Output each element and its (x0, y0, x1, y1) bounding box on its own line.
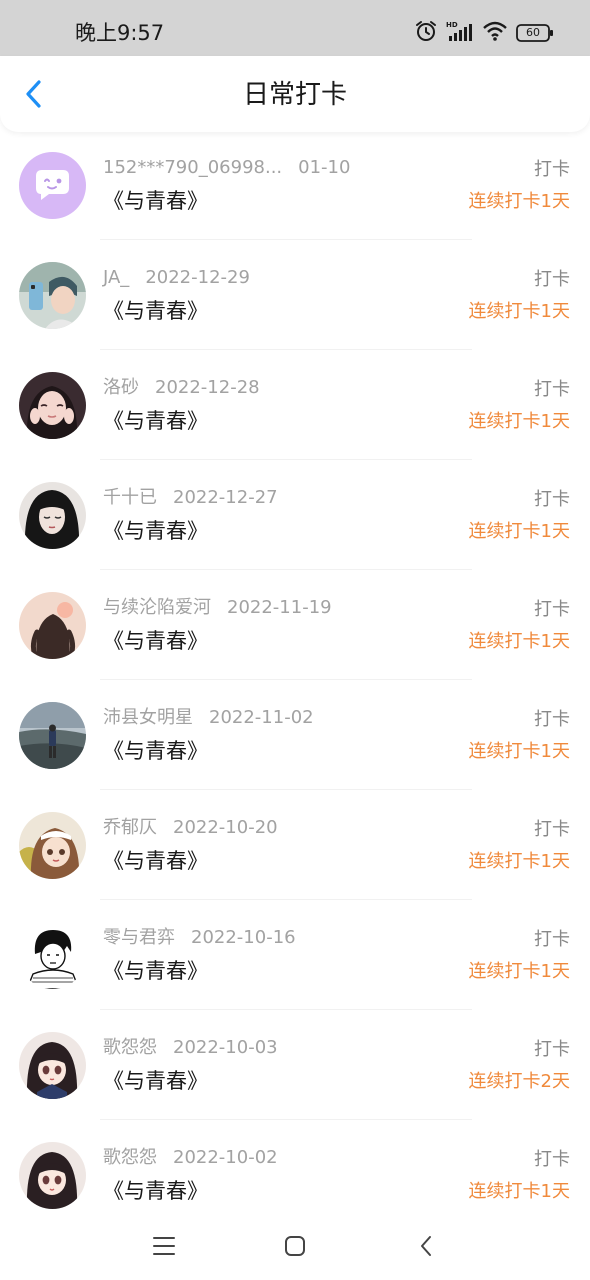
user-name: 零与君弈 (103, 927, 175, 948)
sketch-avatar (19, 922, 86, 989)
home-button[interactable] (279, 1230, 311, 1262)
book-title: 《与青春》 (103, 519, 208, 543)
app-header: 日常打卡 (0, 56, 590, 132)
battery-level: 60 (526, 26, 540, 39)
book-title: 《与青春》 (103, 849, 208, 873)
checkin-date: 2022-10-20 (173, 817, 278, 838)
system-nav-bar (0, 1210, 590, 1280)
action-label: 打卡 (534, 379, 570, 400)
book-title: 《与青春》 (103, 1179, 208, 1203)
action-label: 打卡 (534, 709, 570, 730)
user-name: 歌怨怨 (103, 1037, 157, 1058)
action-label: 打卡 (534, 929, 570, 950)
book-title: 《与青春》 (103, 299, 208, 323)
status-bar: 晚上9:57 HD 60 (0, 0, 590, 56)
streak-label: 连续打卡1天 (468, 1181, 570, 1202)
book-title: 《与青春》 (103, 959, 208, 983)
action-label: 打卡 (534, 1039, 570, 1060)
book-title: 《与青春》 (103, 629, 208, 653)
streak-label: 连续打卡1天 (468, 411, 570, 432)
photo-avatar (19, 702, 86, 769)
book-title: 《与青春》 (103, 1069, 208, 1093)
book-title: 《与青春》 (103, 189, 208, 213)
user-name: 152***790_06998... (103, 157, 283, 178)
meta-line: 152***790_06998... 01-10 (103, 156, 350, 180)
list-item[interactable]: 歌怨怨 2022-10-03 《与青春》 打卡 连续打卡2天 (0, 1010, 590, 1120)
user-name: 沛县女明星 (103, 707, 193, 728)
book-title: 《与青春》 (103, 739, 208, 763)
streak-label: 连续打卡1天 (468, 961, 570, 982)
action-label: 打卡 (534, 489, 570, 510)
anime-avatar (19, 1142, 86, 1209)
action-label: 打卡 (534, 269, 570, 290)
back-icon (421, 1236, 431, 1256)
status-time: 晚上9:57 (75, 21, 165, 45)
action-label: 打卡 (534, 819, 570, 840)
list-item[interactable]: 洛砂 2022-12-28 《与青春》 打卡 连续打卡1天 (0, 350, 590, 460)
streak-label: 连续打卡2天 (468, 1071, 570, 1092)
photo-avatar (19, 262, 86, 329)
streak-label: 连续打卡1天 (468, 631, 570, 652)
checkin-date: 2022-10-03 (173, 1037, 278, 1058)
battery-icon: 60 (516, 24, 554, 42)
streak-label: 连续打卡1天 (468, 521, 570, 542)
list-item[interactable]: 零与君弈 2022-10-16 《与青春》 打卡 连续打卡1天 (0, 900, 590, 1010)
checkin-date: 2022-12-28 (155, 377, 260, 398)
user-name: JA_ (103, 267, 130, 288)
checkin-date: 2022-12-27 (173, 487, 278, 508)
status-icons: HD 60 (414, 20, 554, 46)
home-icon (285, 1236, 305, 1256)
streak-label: 连续打卡1天 (468, 191, 570, 212)
wifi-icon (482, 20, 508, 46)
action-label: 打卡 (534, 159, 570, 180)
user-name: 千十已 (103, 487, 157, 508)
photo-avatar (19, 372, 86, 439)
meta-line: 歌怨怨 2022-10-02 (103, 1146, 278, 1170)
meta-line: 千十已 2022-12-27 (103, 486, 278, 510)
menu-icon (153, 1237, 175, 1255)
list-item[interactable]: JA_ 2022-12-29 《与青春》 打卡 连续打卡1天 (0, 240, 590, 350)
list-item[interactable]: 乔郁仄 2022-10-20 《与青春》 打卡 连续打卡1天 (0, 790, 590, 900)
action-label: 打卡 (534, 1149, 570, 1170)
checkin-list: 152***790_06998... 01-10 《与青春》 打卡 连续打卡1天 … (0, 130, 590, 1230)
user-name: 歌怨怨 (103, 1147, 157, 1168)
hd-signal-icon: HD (446, 20, 474, 46)
list-item[interactable]: 与续沦陷爱河 2022-11-19 《与青春》 打卡 连续打卡1天 (0, 570, 590, 680)
streak-label: 连续打卡1天 (468, 851, 570, 872)
checkin-date: 2022-11-19 (227, 597, 332, 618)
book-title: 《与青春》 (103, 409, 208, 433)
checkin-date: 2022-11-02 (209, 707, 314, 728)
meta-line: 歌怨怨 2022-10-03 (103, 1036, 278, 1060)
checkin-date: 2022-12-29 (145, 267, 250, 288)
streak-label: 连续打卡1天 (468, 301, 570, 322)
meta-line: JA_ 2022-12-29 (103, 266, 250, 290)
illustration-avatar (19, 482, 86, 549)
checkin-date: 2022-10-16 (191, 927, 296, 948)
streak-label: 连续打卡1天 (468, 741, 570, 762)
user-name: 与续沦陷爱河 (103, 597, 211, 618)
checkin-date: 2022-10-02 (173, 1147, 278, 1168)
anime-avatar (19, 812, 86, 879)
action-label: 打卡 (534, 599, 570, 620)
illustration-avatar (19, 592, 86, 659)
meta-line: 与续沦陷爱河 2022-11-19 (103, 596, 332, 620)
svg-text:HD: HD (446, 21, 458, 29)
meta-line: 洛砂 2022-12-28 (103, 376, 260, 400)
menu-button[interactable] (148, 1230, 180, 1262)
meta-line: 沛县女明星 2022-11-02 (103, 706, 314, 730)
checkin-date: 01-10 (298, 157, 351, 178)
alarm-icon (414, 19, 438, 47)
user-name: 乔郁仄 (103, 817, 157, 838)
chat-bubble-avatar (19, 152, 86, 219)
meta-line: 零与君弈 2022-10-16 (103, 926, 296, 950)
user-name: 洛砂 (103, 377, 139, 398)
list-item[interactable]: 152***790_06998... 01-10 《与青春》 打卡 连续打卡1天 (0, 130, 590, 240)
system-back-button[interactable] (410, 1230, 442, 1262)
page-title: 日常打卡 (242, 80, 347, 110)
meta-line: 乔郁仄 2022-10-20 (103, 816, 278, 840)
list-item[interactable]: 千十已 2022-12-27 《与青春》 打卡 连续打卡1天 (0, 460, 590, 570)
list-item[interactable]: 沛县女明星 2022-11-02 《与青春》 打卡 连续打卡1天 (0, 680, 590, 790)
anime-avatar (19, 1032, 86, 1099)
